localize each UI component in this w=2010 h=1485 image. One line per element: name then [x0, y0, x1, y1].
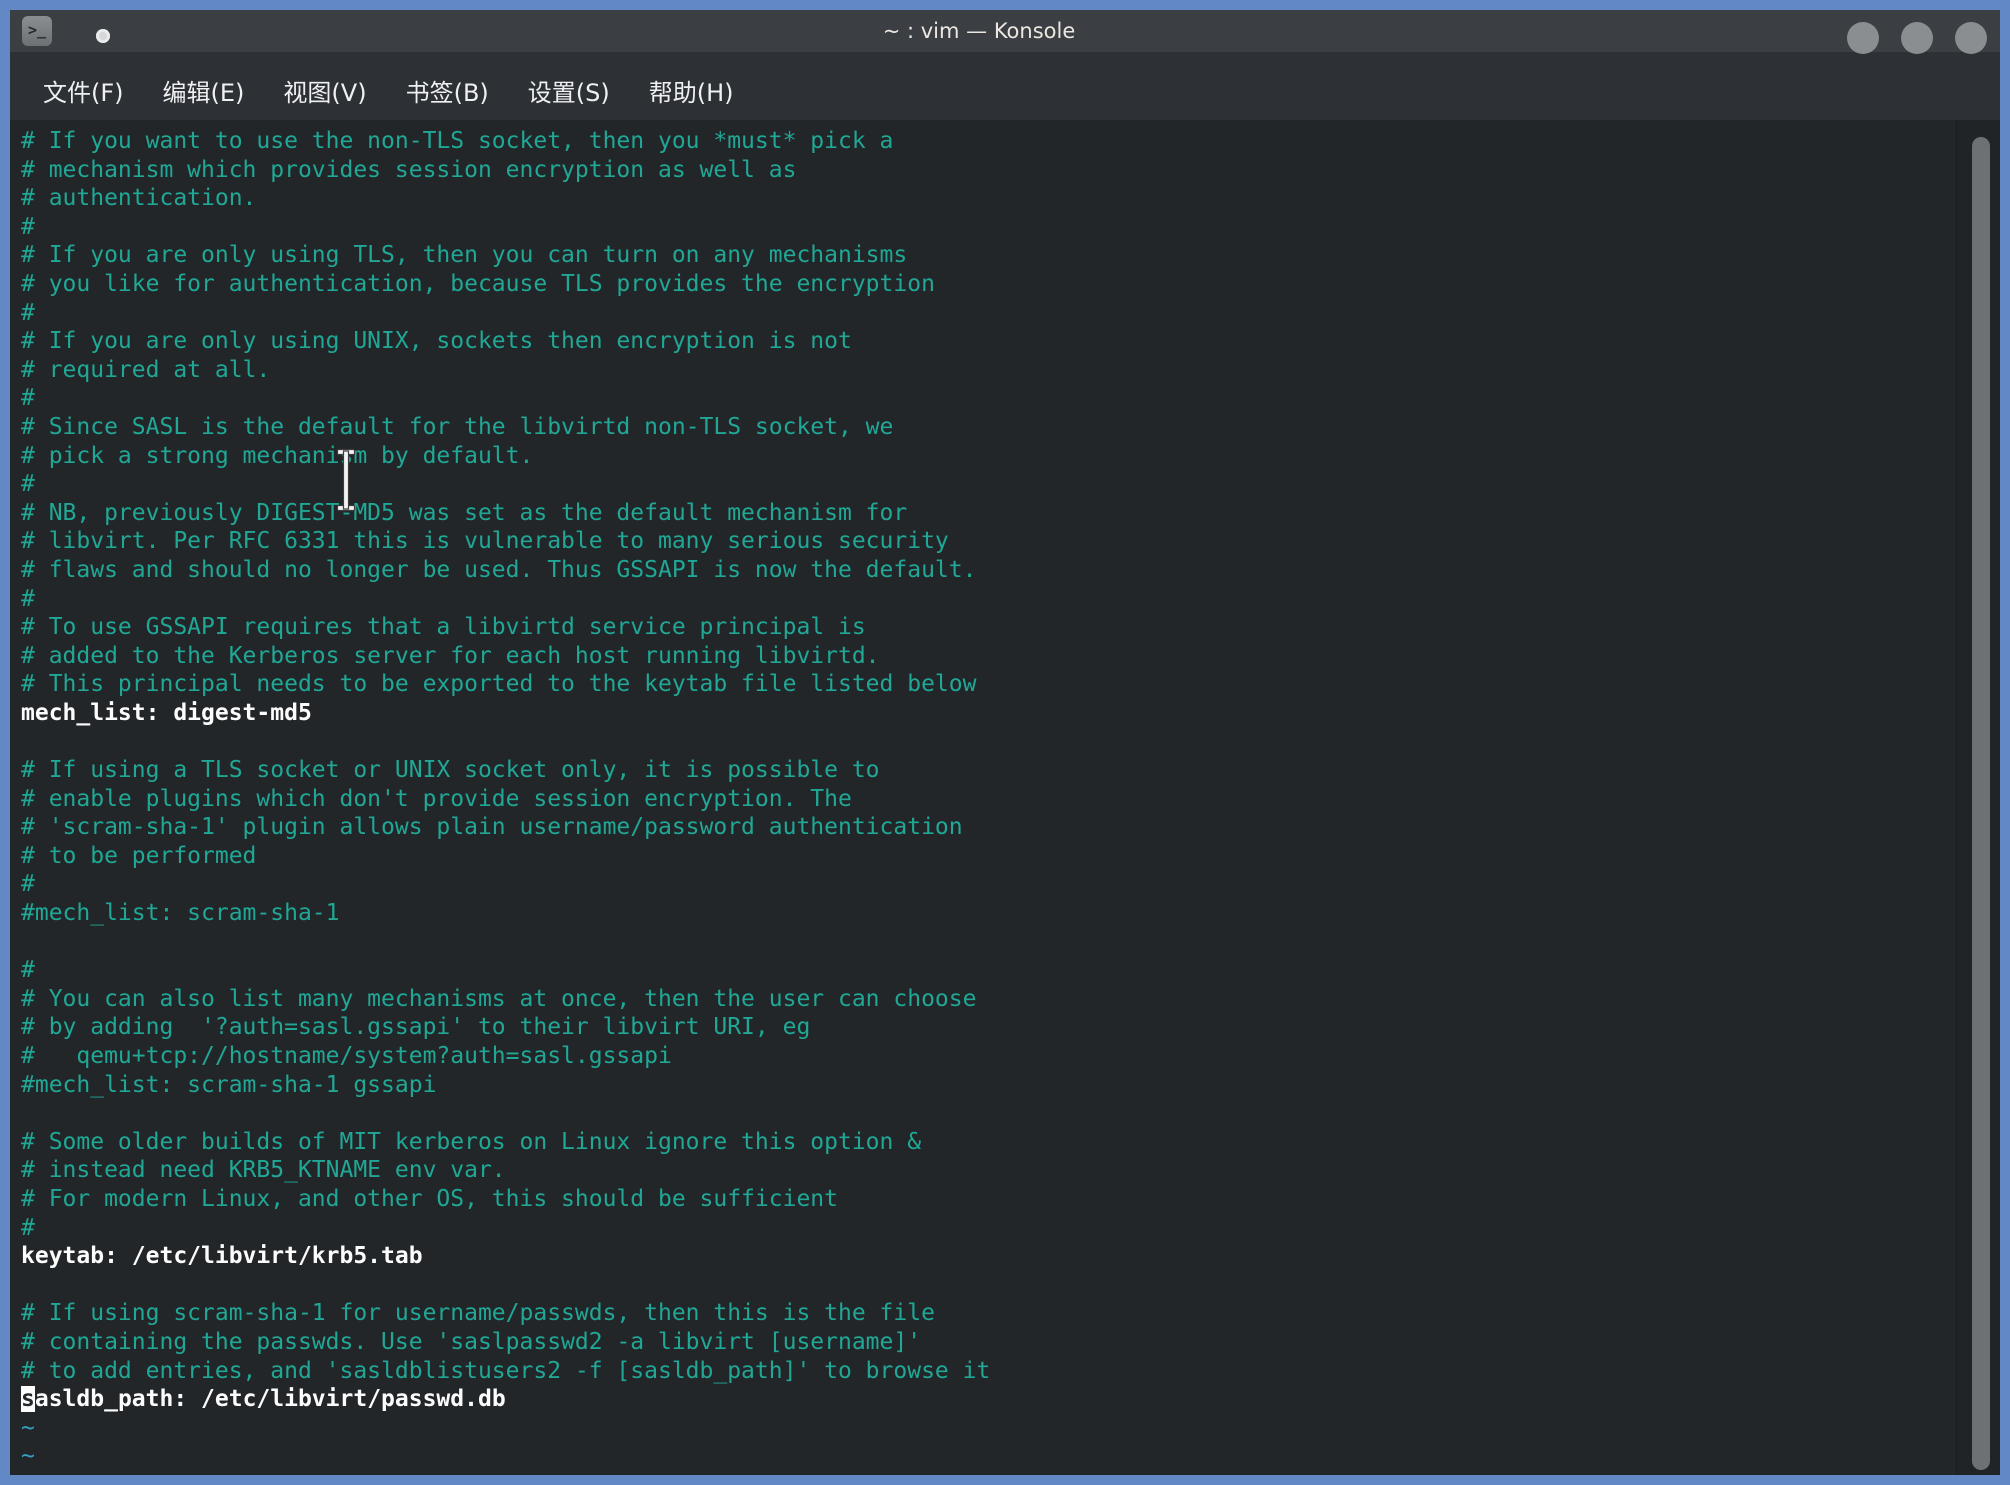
minimize-button[interactable]: [1847, 22, 1879, 54]
terminal-line: # If using scram-sha-1 for username/pass…: [21, 1299, 2000, 1328]
terminal-line: # libvirt. Per RFC 6331 this is vulnerab…: [21, 527, 2000, 556]
konsole-window: >_ ~ : vim — Konsole 文件(F) 编辑(E) 视图(V) 书签(B…: [10, 10, 2000, 1475]
terminal-line: # mechanism which provides session encry…: [21, 156, 2000, 185]
terminal-line: # enable plugins which don't provide ses…: [21, 785, 2000, 814]
window-title: ~ : vim — Konsole: [883, 10, 1076, 52]
scrollbar-track[interactable]: [1956, 120, 2000, 1475]
ibeam-mouse-cursor: [335, 448, 357, 512]
menu-item[interactable]: 帮助(H): [649, 79, 734, 107]
close-button[interactable]: [1955, 22, 1987, 54]
menu-bar: 文件(F) 编辑(E) 视图(V) 书签(B) 设置(S) 帮助(H): [10, 52, 2000, 120]
terminal-line: # If using a TLS socket or UNIX socket o…: [21, 756, 2000, 785]
terminal-line: # authentication.: [21, 184, 2000, 213]
scrollbar-thumb[interactable]: [1972, 137, 1990, 1470]
menu-item[interactable]: 书签(B): [406, 79, 489, 107]
terminal-line: [21, 727, 2000, 756]
terminal-line: # qemu+tcp://hostname/system?auth=sasl.g…: [21, 1042, 2000, 1071]
terminal-line: keytab: /etc/libvirt/krb5.tab: [21, 1242, 2000, 1271]
vim-block-cursor: s: [21, 1386, 35, 1412]
terminal-line: # flaws and should no longer be used. Th…: [21, 556, 2000, 585]
terminal-viewport[interactable]: # If you want to use the non-TLS socket,…: [10, 120, 2000, 1475]
terminal-line: #mech_list: scram-sha-1: [21, 899, 2000, 928]
terminal-line: #: [21, 299, 2000, 328]
terminal-line: # To use GSSAPI requires that a libvirtd…: [21, 613, 2000, 642]
pin-dot-icon[interactable]: [96, 29, 110, 43]
terminal-line: [21, 1099, 2000, 1128]
terminal-line: # to add entries, and 'sasldblistusers2 …: [21, 1357, 2000, 1386]
terminal-line: # If you are only using TLS, then you ca…: [21, 241, 2000, 270]
terminal-line: # If you want to use the non-TLS socket,…: [21, 127, 2000, 156]
terminal-line: # containing the passwds. Use 'saslpassw…: [21, 1328, 2000, 1357]
menu-item[interactable]: 文件(F): [43, 79, 124, 107]
terminal-line: #mech_list: scram-sha-1 gssapi: [21, 1071, 2000, 1100]
terminal-line: sasldb_path: /etc/libvirt/passwd.db: [21, 1385, 2000, 1414]
menu-item[interactable]: 编辑(E): [163, 79, 245, 107]
terminal-line: # 'scram-sha-1' plugin allows plain user…: [21, 813, 2000, 842]
terminal-line: # NB, previously DIGEST-MD5 was set as t…: [21, 499, 2000, 528]
menu-item[interactable]: 视图(V): [283, 79, 366, 107]
terminal-line: [21, 1271, 2000, 1300]
terminal-line: # pick a strong mechanism by default.: [21, 442, 2000, 471]
terminal-line: #: [21, 956, 2000, 985]
terminal-line: [21, 928, 2000, 957]
terminal-line: # added to the Kerberos server for each …: [21, 642, 2000, 671]
terminal-line: # If you are only using UNIX, sockets th…: [21, 327, 2000, 356]
terminal-line: ~: [21, 1442, 2000, 1471]
desktop-frame: >_ ~ : vim — Konsole 文件(F) 编辑(E) 视图(V) 书签(B…: [0, 0, 2010, 1485]
terminal-line: #: [21, 585, 2000, 614]
terminal-line: #: [21, 470, 2000, 499]
terminal-line: #: [21, 1214, 2000, 1243]
terminal-line: #: [21, 213, 2000, 242]
terminal-line: # required at all.: [21, 356, 2000, 385]
window-titlebar[interactable]: >_ ~ : vim — Konsole: [10, 10, 2000, 52]
terminal-line: mech_list: digest-md5: [21, 699, 2000, 728]
terminal-line: # Since SASL is the default for the libv…: [21, 413, 2000, 442]
terminal-line: #: [21, 870, 2000, 899]
terminal-line: # Some older builds of MIT kerberos on L…: [21, 1128, 2000, 1157]
konsole-app-icon: >_: [22, 16, 52, 46]
terminal-line: # For modern Linux, and other OS, this s…: [21, 1185, 2000, 1214]
terminal-line: ~: [21, 1414, 2000, 1443]
menu-item[interactable]: 设置(S): [528, 79, 610, 107]
terminal-line: # This principal needs to be exported to…: [21, 670, 2000, 699]
terminal-line: # You can also list many mechanisms at o…: [21, 985, 2000, 1014]
terminal-line: # by adding '?auth=sasl.gssapi' to their…: [21, 1013, 2000, 1042]
terminal-line: # to be performed: [21, 842, 2000, 871]
terminal-line: # you like for authentication, because T…: [21, 270, 2000, 299]
maximize-button[interactable]: [1901, 22, 1933, 54]
terminal-line: #: [21, 384, 2000, 413]
terminal-line: # instead need KRB5_KTNAME env var.: [21, 1156, 2000, 1185]
